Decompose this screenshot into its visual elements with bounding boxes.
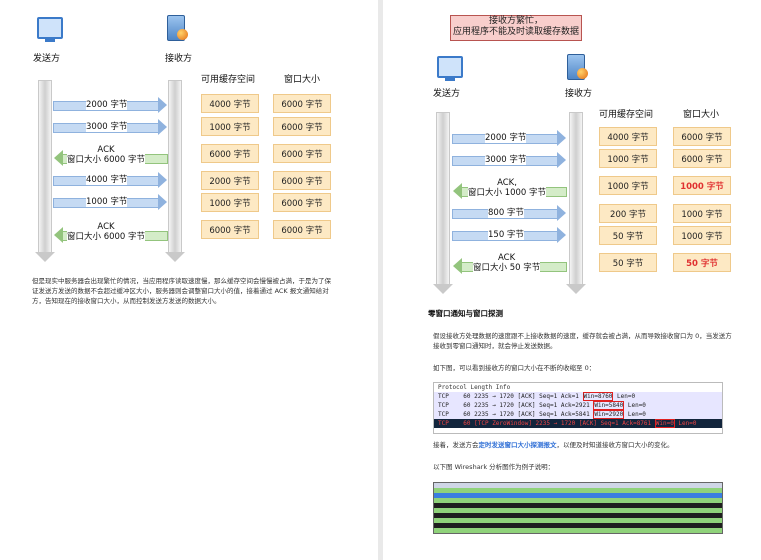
window-box: 6000 字节 (673, 149, 731, 168)
sender-label: 发送方 (433, 89, 461, 99)
ack-label: ACK, 窗口大小 1000 字节 (468, 178, 547, 198)
para-text: ，以便及时知道接收方窗口大小的变化。 (556, 441, 674, 449)
ws-row-zero-window: TCP 60 [TCP ZeroWindow] 2235 → 1720 [ACK… (434, 419, 722, 428)
ws-header: Protocol Length Info (438, 384, 511, 391)
sender-computer-icon (37, 17, 63, 42)
body-paragraph: 以下图 Wireshark 分析图作为例子说明： (433, 463, 555, 471)
highlight-text: 定时发送窗口大小探测报文 (478, 441, 557, 449)
ws-row: TCP 60 2235 → 1720 [ACK] Seq=1 Ack=2921 … (434, 401, 722, 410)
ws-tail: Len=0 (613, 393, 636, 400)
ws-window: Win=0 (654, 419, 675, 428)
ws-window: Win=2920 (593, 410, 625, 419)
message-label: 3000 字节 (485, 155, 527, 165)
buffer-box: 2000 字节 (201, 171, 259, 190)
ws-proto: TCP (438, 411, 449, 418)
col-window-header: 窗口大小 (284, 75, 321, 85)
receiver-server-icon (567, 54, 588, 80)
body-paragraph: 接着，发送方会定时发送窗口大小探测报文，以便及时知道接收方窗口大小的变化。 (433, 440, 733, 450)
ws-proto: TCP (438, 393, 449, 400)
receiver-timeline (165, 80, 185, 262)
left-page: 发送方 接收方 可用缓存空间 窗口大小 2000 字节 3000 字节 ACK … (0, 0, 378, 560)
ws-tail: Len=0 (624, 411, 646, 418)
body-paragraph: 假设接收方处理数据的速度跟不上接收数据的速度，缓存就会被占满，从而导致接收窗口为… (433, 332, 732, 350)
ws-row: TCP 60 2235 → 1720 [ACK] Seq=1 Ack=5841 … (434, 410, 722, 419)
ack-label: ACK 窗口大小 50 字节 (473, 253, 541, 273)
buffer-box: 1000 字节 (201, 117, 259, 136)
ack-label: ACK 窗口大小 6000 字节 (67, 222, 146, 242)
buffer-box: 1000 字节 (201, 193, 259, 212)
ws-window: Win=8760 (582, 392, 614, 401)
message-label: 3000 字节 (86, 122, 128, 132)
sender-timeline (35, 80, 55, 262)
ws-info: 60 2235 → 1720 [ACK] Seq=1 Ack=5841 (463, 411, 594, 418)
buffer-box: 4000 字节 (599, 127, 657, 146)
sender-computer-icon (437, 56, 463, 81)
right-page: 接收方繁忙， 应用程序不能及时读取缓存数据 发送方 接收方 可用缓存空间 窗口大… (383, 0, 761, 560)
shot-row (434, 528, 722, 533)
ws-info: 60 2235 → 1720 [ACK] Seq=1 Ack=2921 (463, 402, 594, 409)
col-window-header: 窗口大小 (683, 110, 720, 120)
ws-info: 60 2235 → 1720 [ACK] Seq=1 Ack=1 (463, 393, 583, 400)
wireshark-screenshot (433, 482, 723, 534)
message-label: 800 字节 (488, 208, 524, 218)
buffer-box: 50 字节 (599, 253, 657, 272)
window-box: 6000 字节 (673, 127, 731, 146)
window-box-changed: 50 字节 (673, 253, 731, 272)
col-buffer-header: 可用缓存空间 (201, 75, 256, 85)
buffer-box: 4000 字节 (201, 94, 259, 113)
wireshark-capture: Protocol Length Info TCP 60 2235 → 1720 … (433, 382, 723, 434)
window-box-changed: 1000 字节 (673, 176, 731, 195)
ack-label: ACK 窗口大小 6000 字节 (67, 145, 146, 165)
section-title: 零窗口通知与窗口探测 (428, 309, 503, 318)
ws-tail: Len=0 (674, 420, 697, 427)
ws-proto: TCP (438, 420, 449, 427)
col-buffer-header: 可用缓存空间 (599, 110, 654, 120)
buffer-box: 1000 字节 (599, 149, 657, 168)
ws-info: 60 [TCP ZeroWindow] 2235 → 1720 [ACK] Se… (463, 420, 655, 427)
window-box: 6000 字节 (273, 193, 331, 212)
receiver-busy-banner: 接收方繁忙， 应用程序不能及时读取缓存数据 (450, 15, 582, 41)
window-box: 6000 字节 (273, 171, 331, 190)
body-paragraph: 如下图，可以看到接收方的窗口大小在不断的收缩至 0： (433, 364, 596, 372)
receiver-label: 接收方 (565, 89, 593, 99)
window-box: 6000 字节 (273, 117, 331, 136)
window-box: 6000 字节 (273, 144, 331, 163)
message-label: 1000 字节 (86, 197, 128, 207)
receiver-label: 接收方 (165, 54, 193, 64)
sender-timeline (433, 112, 453, 294)
ws-window: Win=5840 (593, 401, 625, 410)
window-box: 1000 字节 (673, 204, 731, 223)
message-label: 2000 字节 (485, 133, 527, 143)
buffer-box: 200 字节 (599, 204, 657, 223)
buffer-box: 6000 字节 (201, 220, 259, 239)
message-label: 150 字节 (488, 230, 524, 240)
message-label: 4000 字节 (86, 175, 128, 185)
window-box: 1000 字节 (673, 226, 731, 245)
buffer-box: 50 字节 (599, 226, 657, 245)
buffer-box: 1000 字节 (599, 176, 657, 195)
buffer-box: 6000 字节 (201, 144, 259, 163)
sender-label: 发送方 (33, 54, 61, 64)
ws-tail: Len=0 (624, 402, 646, 409)
ws-proto: TCP (438, 402, 449, 409)
receiver-timeline (566, 112, 586, 294)
receiver-server-icon (167, 15, 188, 41)
body-paragraph: 但是现实中服务器会出现繁忙的情况，当应用程序读取速度慢，那么缓存空间会慢慢被占满… (32, 277, 331, 305)
message-label: 2000 字节 (86, 100, 128, 110)
ws-row: TCP 60 2235 → 1720 [ACK] Seq=1 Ack=1 Win… (434, 392, 722, 401)
para-text: 接着，发送方会 (433, 441, 479, 449)
window-box: 6000 字节 (273, 220, 331, 239)
window-box: 6000 字节 (273, 94, 331, 113)
